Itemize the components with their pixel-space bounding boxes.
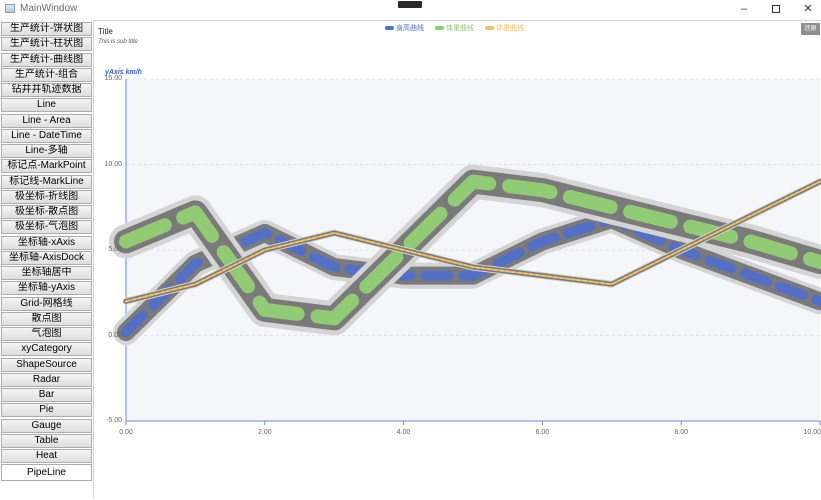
sidebar-item[interactable]: 极坐标-散点图 [1, 205, 92, 219]
legend-item[interactable]: 体重曲线 [485, 24, 524, 34]
window-title-bar: MainWindow – ✕ [0, 0, 821, 18]
sidebar-item[interactable]: 极坐标-折线图 [1, 190, 92, 204]
chart-title: Title [98, 27, 113, 36]
minimize-button[interactable]: – [728, 0, 760, 18]
sidebar-item[interactable]: 生产统计-饼状图 [1, 22, 92, 36]
sidebar-item[interactable]: 气泡图 [1, 327, 92, 341]
sidebar-item[interactable]: PipeLine [1, 464, 92, 481]
x-tick-label: 2.00 [257, 429, 272, 436]
legend-swatch [435, 26, 444, 31]
sidebar-item[interactable]: 生产统计-组合 [1, 68, 92, 82]
legend-item[interactable]: 身高曲线 [385, 24, 424, 34]
sidebar-item[interactable]: 标记点-MarkPoint [1, 159, 92, 173]
y-tick-label: 10.00 [104, 160, 122, 168]
x-tick-label: 8.00 [674, 429, 688, 436]
y-tick-label: 15.00 [104, 75, 122, 82]
sidebar-item[interactable]: Bar [1, 388, 92, 402]
sidebar-item[interactable]: Line [1, 98, 92, 112]
sidebar-item[interactable]: 极坐标-气泡图 [1, 220, 92, 234]
x-tick-label: 4.00 [396, 429, 411, 436]
sidebar-item[interactable]: xyCategory [1, 342, 92, 356]
legend-label: 身高曲线 [396, 25, 424, 32]
title-bar-marker [398, 1, 422, 8]
sidebar-item[interactable]: 生产统计-曲线图 [1, 53, 92, 67]
sidebar-item[interactable]: Pie [1, 403, 92, 417]
sidebar-item[interactable]: 坐标轴-AxisDock [1, 251, 92, 265]
line-chart [109, 78, 821, 425]
legend-swatch [385, 26, 394, 31]
maximize-icon [772, 5, 780, 14]
sidebar-item[interactable]: 坐标轴居中 [1, 266, 92, 280]
sidebar-item[interactable]: Line - DateTime [1, 129, 92, 143]
x-tick-label: 0.00 [119, 429, 133, 436]
sidebar-item[interactable]: 钻井井轨迹数据 [1, 83, 92, 97]
y-tick-label: 0.00 [108, 331, 122, 339]
sidebar-item[interactable]: Table [1, 434, 92, 448]
legend-label: 体重曲线 [496, 25, 524, 32]
sidebar-item[interactable]: Grid-网格线 [1, 297, 92, 311]
x-tick-label: 10.00 [803, 429, 821, 436]
legend-swatch [485, 26, 494, 31]
sidebar-item[interactable]: Gauge [1, 419, 92, 433]
y-tick-label: 5.00 [108, 246, 122, 253]
window-title: MainWindow [20, 3, 78, 14]
sidebar-item[interactable]: Radar [1, 373, 92, 387]
y-tick-label: -5.00 [106, 417, 122, 424]
legend-item[interactable]: 体重曲线 [435, 24, 474, 34]
sidebar-item[interactable]: 坐标轴-yAxis [1, 281, 92, 295]
close-button[interactable]: ✕ [792, 0, 821, 18]
x-tick-label: 6.00 [535, 429, 550, 436]
maximize-button[interactable] [760, 0, 792, 18]
sidebar-item[interactable]: Line - Area [1, 114, 92, 128]
sidebar-item[interactable]: ShapeSource [1, 358, 92, 372]
sidebar-item[interactable]: 标记线-MarkLine [1, 175, 92, 189]
sidebar-item[interactable]: 生产统计-柱状图 [1, 37, 92, 51]
sidebar-item[interactable]: Line-多轴 [1, 144, 92, 158]
sidebar-nav: 生产统计-饼状图 生产统计-柱状图 生产统计-曲线图 生产统计-组合 钻井井轨迹数据 Li… [0, 20, 93, 500]
app-window-icon [5, 4, 15, 13]
sidebar-item[interactable]: 坐标轴-xAxis [1, 236, 92, 250]
chart-panel: Title This is sub title yAxis km/h 还原 身高… [93, 20, 821, 498]
sidebar-item[interactable]: Heat [1, 449, 92, 463]
chart-subtitle: This is sub title [98, 39, 138, 45]
legend-label: 体重曲线 [446, 25, 474, 32]
sidebar-item[interactable]: 散点图 [1, 312, 92, 326]
reset-button[interactable]: 还原 [801, 23, 820, 35]
